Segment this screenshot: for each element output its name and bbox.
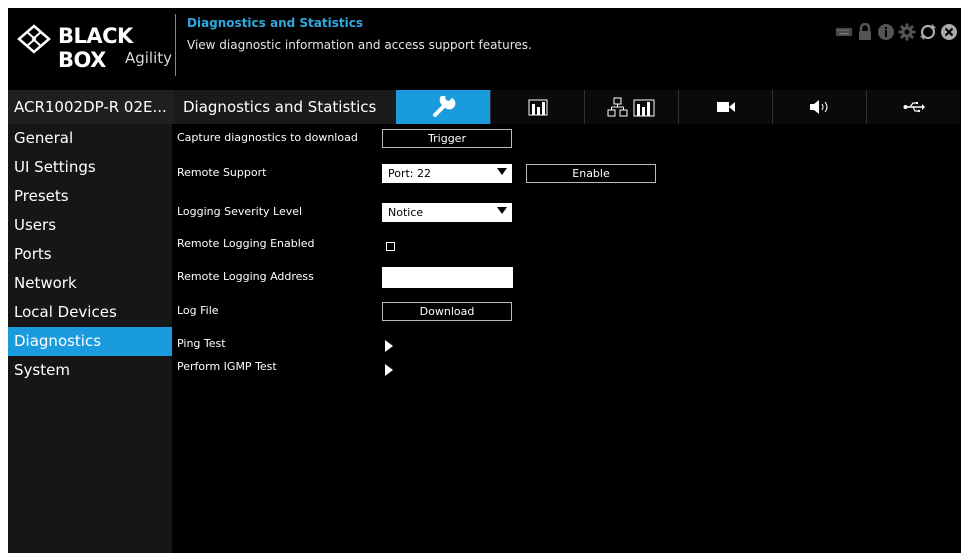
- remote-logging-address-input[interactable]: [382, 267, 513, 288]
- app-window: BLACK BOX Agility Diagnostics and Statis…: [8, 8, 961, 553]
- video-icon: [716, 102, 735, 112]
- close-icon[interactable]: [940, 23, 958, 41]
- igmp-test-label[interactable]: Perform IGMP Test: [177, 360, 277, 373]
- page-subtitle: View diagnostic information and access s…: [187, 38, 532, 52]
- tab-video[interactable]: [678, 90, 772, 124]
- tab-audio[interactable]: [772, 90, 866, 124]
- remote-support-label: Remote Support: [177, 166, 267, 179]
- port-select[interactable]: Port: 22: [382, 164, 512, 183]
- header: BLACK BOX Agility Diagnostics and Statis…: [8, 8, 961, 88]
- page-title: Diagnostics and Statistics: [187, 16, 363, 30]
- speaker-icon: [809, 100, 827, 114]
- sidebar-item-system[interactable]: System: [8, 356, 172, 385]
- tab-network-statistics[interactable]: [584, 90, 678, 124]
- header-divider: [175, 14, 176, 76]
- keyboard-icon[interactable]: [835, 23, 853, 41]
- network-stats-icon: [607, 97, 654, 117]
- sidebar-item-general[interactable]: General: [8, 124, 172, 153]
- refresh-icon[interactable]: [919, 23, 937, 41]
- sidebar-item-ui-settings[interactable]: UI Settings: [8, 153, 172, 182]
- capture-diagnostics-label: Capture diagnostics to download: [177, 131, 358, 144]
- category-tabs: [396, 90, 961, 124]
- gear-icon[interactable]: [898, 23, 916, 41]
- remote-logging-enabled-checkbox[interactable]: [386, 242, 395, 251]
- log-file-label: Log File: [177, 304, 219, 317]
- igmp-test-expand-icon[interactable]: [385, 364, 393, 376]
- enable-button[interactable]: Enable: [526, 164, 656, 183]
- usb-icon: [903, 102, 925, 113]
- info-icon[interactable]: [877, 23, 895, 41]
- header-toolbar: [835, 23, 958, 41]
- product-name: Agility: [124, 49, 172, 67]
- chevron-down-icon: [497, 168, 507, 175]
- section-title: Diagnostics and Statistics: [174, 90, 396, 124]
- logging-severity-label: Logging Severity Level: [177, 205, 303, 218]
- black-box-logo-icon: [17, 24, 51, 54]
- ping-test-expand-icon[interactable]: [385, 340, 393, 352]
- trigger-button[interactable]: Trigger: [382, 129, 512, 148]
- remote-logging-address-label: Remote Logging Address: [177, 270, 314, 283]
- sidebar-item-presets[interactable]: Presets: [8, 182, 172, 211]
- tab-usb[interactable]: [866, 90, 960, 124]
- remote-logging-enabled-label: Remote Logging Enabled: [177, 237, 315, 250]
- port-select-value: Port: 22: [388, 167, 432, 180]
- download-button[interactable]: Download: [382, 302, 512, 321]
- sidebar-item-ports[interactable]: Ports: [8, 240, 172, 269]
- sidebar-item-diagnostics[interactable]: Diagnostics: [8, 327, 172, 356]
- logo: BLACK BOX Agility: [8, 8, 176, 88]
- tab-statistics[interactable]: [490, 90, 584, 124]
- logging-severity-value: Notice: [388, 206, 424, 219]
- lock-icon[interactable]: [856, 23, 874, 41]
- ping-test-label[interactable]: Ping Test: [177, 337, 226, 350]
- diagnostics-panel: Capture diagnostics to download Trigger …: [172, 124, 961, 553]
- logging-severity-select[interactable]: Notice: [382, 203, 512, 222]
- tab-bar: ACR1002DP-R 02E... Diagnostics and Stati…: [8, 90, 961, 124]
- bar-chart-icon: [528, 99, 547, 116]
- chevron-down-icon: [497, 207, 507, 214]
- device-name: ACR1002DP-R 02E...: [8, 90, 174, 124]
- tab-diagnostics[interactable]: [396, 90, 490, 124]
- sidebar-item-users[interactable]: Users: [8, 211, 172, 240]
- wrench-icon: [432, 96, 455, 117]
- sidebar-item-network[interactable]: Network: [8, 269, 172, 298]
- sidebar: General UI Settings Presets Users Ports …: [8, 124, 172, 553]
- sidebar-item-local-devices[interactable]: Local Devices: [8, 298, 172, 327]
